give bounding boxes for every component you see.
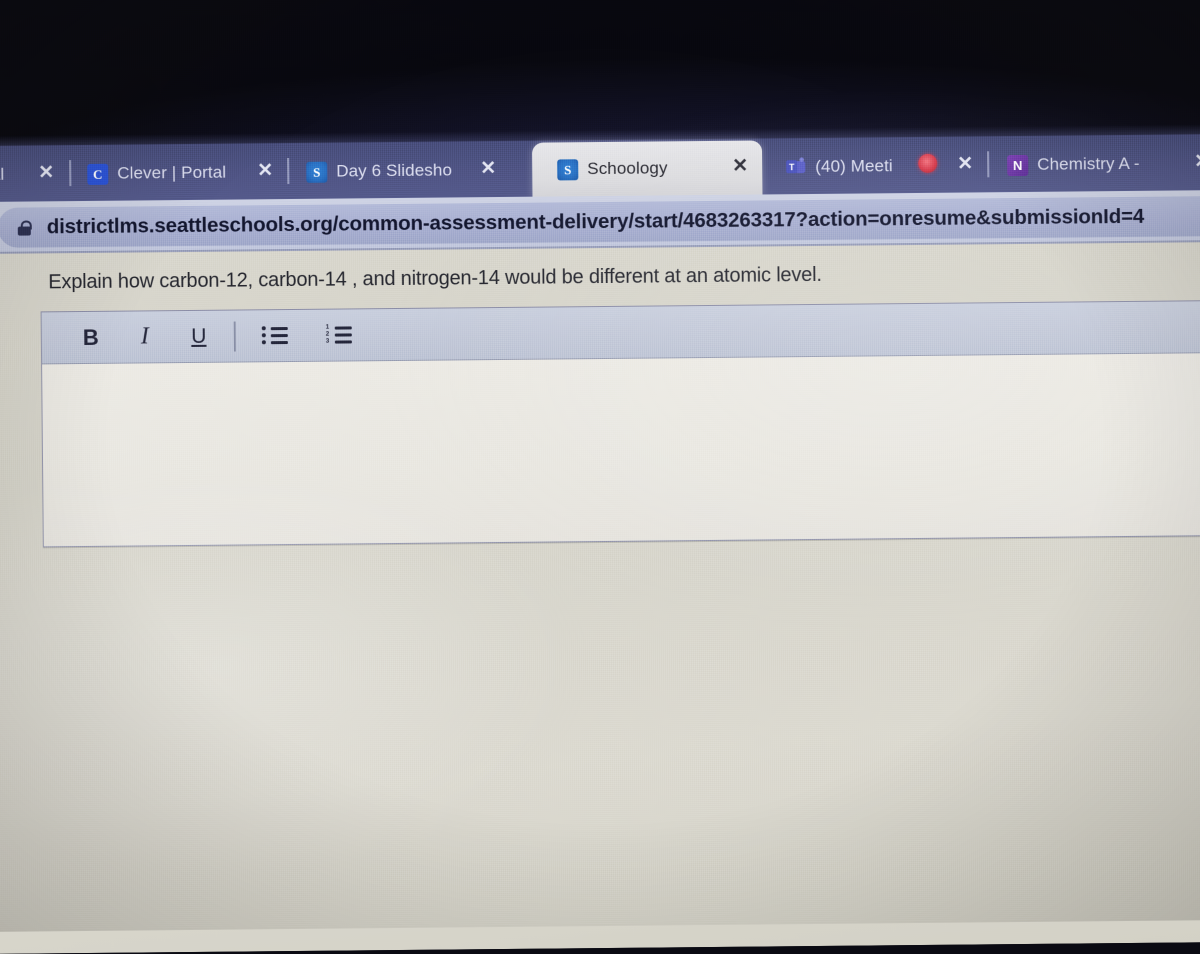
browser-tab-chemistry-a[interactable]: N Chemistry A -: [1007, 136, 1193, 192]
tab-close-clever[interactable]: ✕: [252, 143, 279, 197]
tab-title: (40) Meeti: [815, 156, 893, 176]
tab-close-day6-slideshow[interactable]: ✕: [475, 141, 502, 195]
tab-separator: [987, 151, 990, 178]
toolbar-divider: [233, 321, 236, 352]
tab-title: Clever | Portal: [117, 162, 227, 183]
answer-textarea[interactable]: [42, 352, 1200, 546]
schoology-icon: S: [557, 158, 579, 180]
lock-icon: [17, 219, 32, 236]
browser-tab-portal[interactable]: Portal: [0, 147, 36, 202]
rich-text-editor[interactable]: B I U 1 2 3: [40, 299, 1200, 548]
bulleted-list-button[interactable]: [248, 315, 302, 356]
address-bar[interactable]: districtlms.seattleschools.org/common-as…: [0, 194, 1200, 248]
monitor-photo: Portal ✕ C Clever | Portal ✕ S Day 6 Sli…: [0, 0, 1200, 954]
tab-close-teams-meeting[interactable]: ✕: [952, 136, 979, 190]
tab-separator: [287, 158, 290, 185]
browser-tab-day6-slideshow[interactable]: S Day 6 Slidesho: [306, 143, 482, 199]
numbered-list-mark-2: 2: [325, 331, 330, 338]
numbered-list-mark-3: 3: [325, 338, 330, 345]
schoology-icon: S: [306, 161, 328, 183]
tab-close-portal[interactable]: ✕: [33, 145, 60, 199]
svg-text:T: T: [789, 162, 795, 172]
tab-close-schoology[interactable]: ✕: [727, 139, 754, 193]
page-content: Explain how carbon-12, carbon-14 , and n…: [0, 241, 1200, 954]
tab-separator: [69, 160, 72, 187]
numbered-list-mark-1: 1: [325, 324, 330, 331]
clever-icon: C: [87, 163, 109, 185]
underline-button[interactable]: U: [172, 316, 226, 357]
bold-button[interactable]: B: [64, 317, 118, 358]
tab-title: Portal: [0, 164, 5, 185]
browser-tab-teams-meeting[interactable]: T (40) Meeti: [785, 139, 926, 194]
bulleted-list-icon: [261, 325, 288, 346]
italic-button[interactable]: I: [118, 317, 172, 358]
question-prompt: Explain how carbon-12, carbon-14 , and n…: [48, 263, 822, 294]
tab-title: Schoology: [587, 158, 668, 179]
browser-tab-clever[interactable]: C Clever | Portal: [87, 145, 258, 201]
tab-title: Chemistry A -: [1037, 153, 1140, 174]
screen-dark-region: [0, 0, 1200, 153]
recording-indicator-icon: [918, 153, 938, 173]
numbered-list-button[interactable]: 1 2 3: [312, 315, 366, 356]
onenote-icon: N: [1007, 154, 1029, 176]
numbered-list-icon: 1 2 3: [325, 324, 352, 345]
teams-icon: T: [785, 156, 806, 178]
address-bar-url: districtlms.seattleschools.org/common-as…: [46, 204, 1145, 239]
tab-close-chemistry-a[interactable]: ✕: [1189, 134, 1200, 188]
tab-title: Day 6 Slidesho: [336, 160, 453, 181]
